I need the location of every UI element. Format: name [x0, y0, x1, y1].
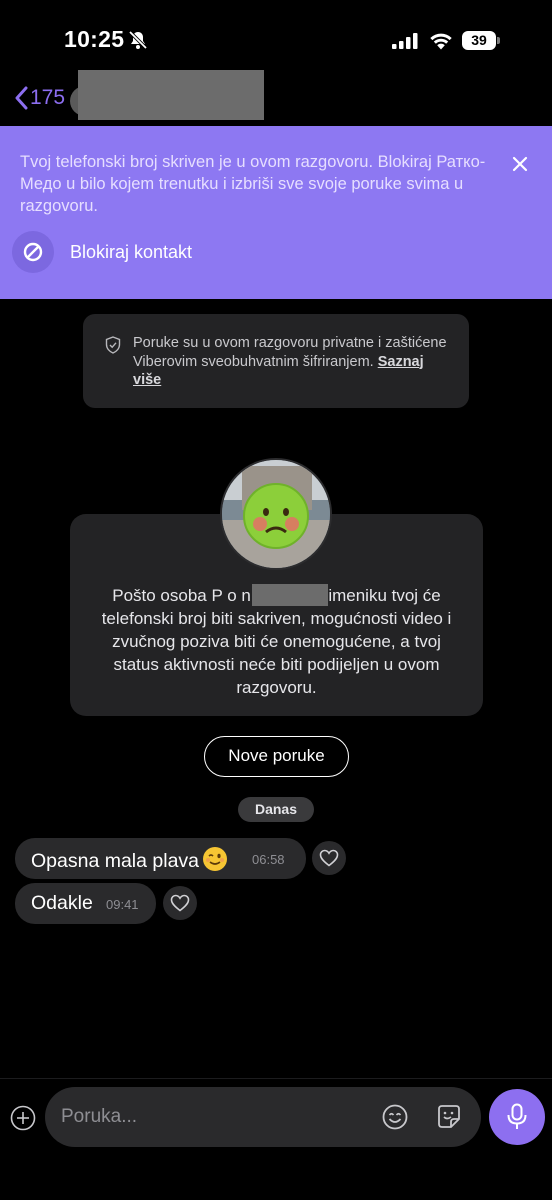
- banner-text: Tvoj telefonski broj skriven je u ovom r…: [20, 153, 486, 215]
- shield-check-icon: [105, 336, 121, 354]
- message-text-content: Opasna mala plava: [31, 850, 200, 872]
- like-button[interactable]: [163, 886, 197, 920]
- battery-tip: [497, 37, 500, 44]
- chevron-left-icon: [15, 86, 28, 110]
- winking-face-emoji: [203, 847, 228, 871]
- hidden-number-banner: Tvoj telefonski broj skriven je u ovom r…: [0, 126, 552, 299]
- battery-level: 39: [462, 31, 496, 50]
- block-contact-button[interactable]: Blokiraj kontakt: [70, 242, 192, 263]
- message-text: Opasna mala plava: [31, 847, 228, 873]
- heart-icon: [170, 894, 190, 912]
- heart-icon: [319, 849, 339, 867]
- chat-header: 175: [0, 66, 552, 126]
- message-time: 06:58: [252, 852, 285, 867]
- new-messages-button[interactable]: Nove poruke: [204, 736, 349, 777]
- cellular-signal-icon: [392, 33, 418, 49]
- redacted-contact-name[interactable]: [78, 70, 264, 120]
- block-icon: [23, 242, 43, 262]
- back-button[interactable]: 175: [14, 86, 65, 110]
- profile-photo-image: [222, 460, 330, 568]
- date-separator: Danas: [238, 797, 314, 822]
- plus-icon[interactable]: [10, 1105, 36, 1131]
- close-icon[interactable]: [510, 154, 530, 174]
- redacted-name-inline: [252, 584, 328, 606]
- sticker-icon[interactable]: [435, 1103, 463, 1131]
- message-composer: [45, 1087, 481, 1147]
- bell-muted-icon: [128, 30, 148, 50]
- unread-count: 175: [30, 86, 66, 109]
- encryption-text: Poruke su u ovom razgovoru privatne i za…: [133, 334, 453, 390]
- message-bubble[interactable]: Odakle 09:41: [15, 883, 156, 924]
- microphone-icon: [507, 1103, 527, 1129]
- like-button[interactable]: [312, 841, 346, 875]
- composer-divider: [0, 1078, 552, 1079]
- message-time: 09:41: [106, 897, 139, 912]
- message-input[interactable]: [61, 1101, 361, 1133]
- voice-message-button[interactable]: [489, 1089, 545, 1145]
- contact-profile-photo[interactable]: [220, 458, 332, 570]
- wifi-icon: [430, 33, 452, 50]
- emoji-icon[interactable]: [381, 1103, 409, 1131]
- status-time: 10:25: [64, 26, 125, 52]
- encryption-notice: Poruke su u ovom razgovoru privatne i za…: [83, 314, 469, 408]
- message-bubble[interactable]: Opasna mala plava 06:58: [15, 838, 306, 879]
- block-contact-icon-button[interactable]: [12, 231, 54, 273]
- message-text: Odakle: [31, 892, 93, 914]
- battery-indicator: 39: [462, 31, 500, 50]
